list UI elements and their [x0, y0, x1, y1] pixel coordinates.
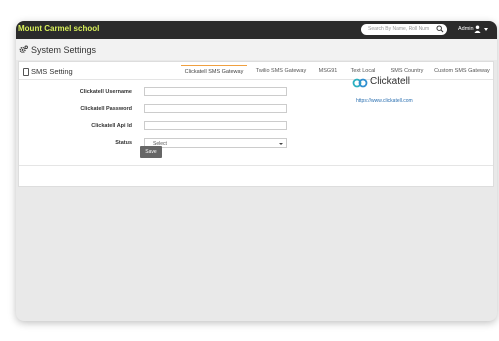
- form-divider: [19, 165, 493, 166]
- status-select[interactable]: Select: [144, 138, 287, 148]
- search-icon[interactable]: [436, 25, 444, 33]
- password-field[interactable]: [144, 104, 287, 113]
- top-navbar: Mount Carmel school Search By Name, Roll…: [16, 21, 497, 39]
- user-menu-label[interactable]: Admin: [458, 26, 474, 32]
- page-title: System Settings: [31, 45, 97, 55]
- logo-text: Clickatell: [370, 76, 411, 87]
- clickatell-logo-icon: [352, 78, 368, 88]
- chevron-down-icon[interactable]: [484, 28, 488, 31]
- tab-twilio[interactable]: Twilio SMS Gateway: [252, 65, 310, 78]
- clickatell-logo: Clickatell: [352, 76, 432, 90]
- search-box[interactable]: Search By Name, Roll Num: [361, 24, 447, 35]
- tab-custom-sms[interactable]: Custom SMS Gateway: [433, 65, 491, 78]
- api-id-field[interactable]: [144, 121, 287, 130]
- mobile-icon: [23, 68, 29, 76]
- password-label: Clickatell Password: [80, 106, 132, 112]
- status-label: Status: [115, 140, 132, 146]
- username-label: Clickatell Username: [79, 89, 132, 95]
- username-field[interactable]: [144, 87, 287, 96]
- search-input[interactable]: Search By Name, Roll Num: [368, 26, 429, 32]
- card-title: SMS Setting: [31, 67, 73, 76]
- provider-link[interactable]: https://www.clickatell.com: [356, 98, 413, 104]
- cogs-icon: [19, 45, 28, 54]
- user-icon[interactable]: [474, 25, 481, 33]
- api-id-label: Clickatell Api Id: [91, 123, 132, 129]
- school-name[interactable]: Mount Carmel school: [18, 24, 99, 33]
- tab-clickatell[interactable]: Clickatell SMS Gateway: [181, 65, 247, 79]
- app-window: Mount Carmel school Search By Name, Roll…: [16, 21, 497, 321]
- tab-msg91[interactable]: MSG91: [316, 65, 340, 78]
- chevron-down-icon: [279, 142, 283, 145]
- save-button[interactable]: Save: [140, 146, 162, 158]
